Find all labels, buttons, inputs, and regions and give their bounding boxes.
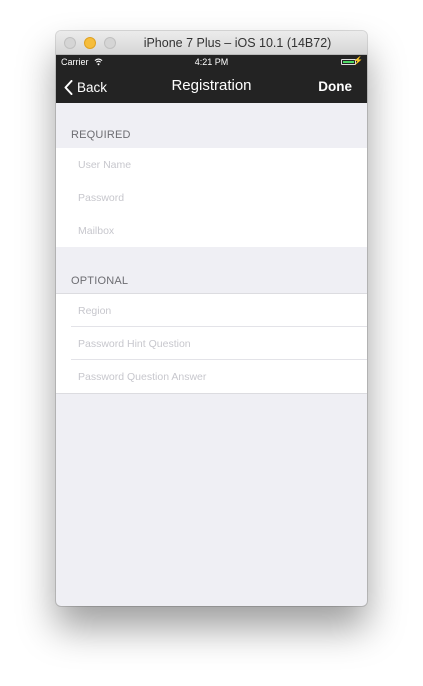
password-row [56, 181, 367, 214]
region-input[interactable] [78, 294, 348, 327]
hint-question-row [56, 327, 367, 360]
navigation-bar: Back Registration Done [56, 70, 367, 103]
password-input[interactable] [78, 181, 348, 214]
window-title: iPhone 7 Plus – iOS 10.1 (14B72) [143, 36, 332, 50]
password-hint-question-input[interactable] [78, 327, 348, 360]
section-header-optional: OPTIONAL [71, 275, 129, 287]
mailbox-input[interactable] [78, 214, 348, 247]
mailbox-row [56, 214, 367, 247]
region-row [56, 294, 367, 327]
password-question-answer-input[interactable] [78, 360, 348, 393]
charging-bolt-icon: ⚡ [353, 56, 363, 65]
zoom-window-button[interactable] [104, 37, 116, 49]
simulator-window: iPhone 7 Plus – iOS 10.1 (14B72) Carrier… [56, 31, 367, 606]
window-titlebar: iPhone 7 Plus – iOS 10.1 (14B72) [56, 31, 367, 55]
done-button[interactable]: Done [318, 79, 352, 94]
username-row [56, 148, 367, 181]
optional-fields-group [56, 293, 367, 394]
section-header-required: REQUIRED [71, 129, 131, 141]
minimize-window-button[interactable] [84, 37, 96, 49]
question-answer-row [56, 360, 367, 393]
close-window-button[interactable] [64, 37, 76, 49]
status-bar: Carrier 4:21 PM ⚡ [56, 55, 367, 70]
status-time: 4:21 PM [194, 57, 229, 67]
required-fields-group [56, 148, 367, 247]
username-input[interactable] [78, 148, 348, 181]
